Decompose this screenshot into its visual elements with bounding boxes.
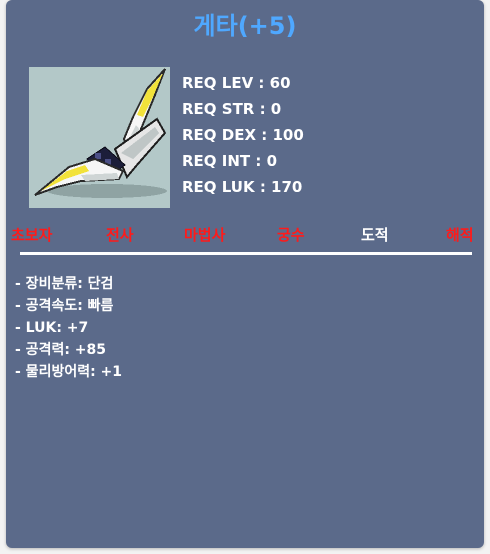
stats-list: - 장비분류: 단검 - 공격속도: 빠름 - LUK: +7 - 공격력: +… <box>15 273 122 383</box>
req-luk: REQ LUK : 170 <box>182 178 303 196</box>
stat-luk: - LUK: +7 <box>15 320 89 336</box>
section-divider <box>20 252 472 255</box>
item-tooltip: 게타(+5) REQ LEV : 60 REQ STR : 0 REQ DEX … <box>6 0 484 548</box>
req-str: REQ STR : 0 <box>182 100 282 118</box>
item-name: 게타(+5) <box>193 12 297 40</box>
job-thief: 도적 <box>361 226 389 244</box>
dagger-item-icon <box>29 67 170 208</box>
job-magician: 마법사 <box>184 226 226 244</box>
stat-category: - 장비분류: 단검 <box>15 276 114 292</box>
job-pirate: 해적 <box>446 226 474 244</box>
job-list: 초보자 전사 마법사 궁수 도적 해적 <box>6 224 484 246</box>
req-dex: REQ DEX : 100 <box>182 126 304 144</box>
requirements-list: REQ LEV : 60 REQ STR : 0 REQ DEX : 100 R… <box>182 70 304 200</box>
stat-attack-speed: - 공격속도: 빠름 <box>15 298 114 314</box>
job-warrior: 전사 <box>106 226 134 244</box>
req-level: REQ LEV : 60 <box>182 74 291 92</box>
job-bowman: 궁수 <box>277 226 305 244</box>
stat-attack: - 공격력: +85 <box>15 342 107 358</box>
req-int: REQ INT : 0 <box>182 152 278 170</box>
job-beginner: 초보자 <box>11 226 53 244</box>
stat-defense: - 물리방어력: +1 <box>15 364 123 380</box>
